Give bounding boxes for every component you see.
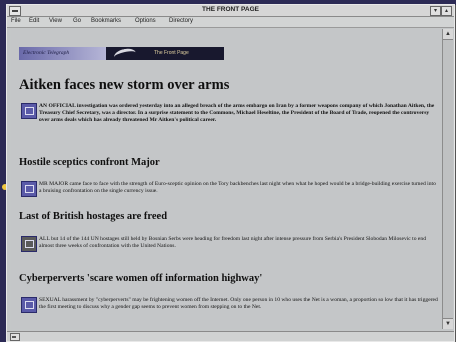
page-content: Electronic Telegraph The Front Page Aitk…	[11, 29, 441, 329]
minimize-button[interactable]: ▾	[430, 6, 441, 16]
headline-4[interactable]: Cyberperverts 'scare women off informati…	[19, 273, 434, 284]
window-title: THE FRONT PAGE	[202, 6, 259, 13]
scroll-down-button[interactable]: ▼	[443, 318, 453, 329]
telegraph-logo[interactable]: Electronic Telegraph	[19, 47, 109, 60]
menu-bar: File Edit View Go Bookmarks Options Dire…	[7, 17, 454, 28]
menu-options[interactable]: Options	[135, 18, 156, 24]
story-summary-4: SEXUAL harassment by "cyberperverts" may…	[39, 297, 438, 311]
story-link-icon[interactable]	[21, 236, 37, 252]
front-page-banner[interactable]: The Front Page	[106, 46, 224, 64]
title-bar: THE FRONT PAGE ▾ ▴	[7, 5, 454, 17]
menu-bookmarks[interactable]: Bookmarks	[91, 18, 121, 24]
menu-view[interactable]: View	[49, 18, 62, 24]
swoosh-icon	[112, 46, 138, 64]
story-summary-2: MR MAJOR came face to face with the stre…	[39, 181, 436, 195]
story-link-icon[interactable]	[21, 103, 37, 119]
menu-edit[interactable]: Edit	[29, 18, 39, 24]
story-summary-1: AN OFFICIAL investigation was ordered ye…	[39, 103, 435, 124]
menu-go[interactable]: Go	[73, 18, 81, 24]
maximize-button[interactable]: ▴	[441, 6, 452, 16]
menu-directory[interactable]: Directory	[169, 18, 193, 24]
headline-3[interactable]: Last of British hostages are freed	[19, 211, 434, 222]
section-label: The Front Page	[154, 50, 189, 56]
scroll-up-button[interactable]: ▲	[443, 29, 453, 40]
browser-window: THE FRONT PAGE ▾ ▴ File Edit View Go Boo…	[6, 4, 455, 342]
story-link-icon[interactable]	[21, 181, 37, 197]
headline-2[interactable]: Hostile sceptics confront Major	[19, 157, 434, 168]
story-summary-3: ALL but 14 of the 144 UN hostages still …	[39, 236, 427, 250]
story-link-icon[interactable]	[21, 297, 37, 313]
vertical-scrollbar[interactable]: ▲ ▼	[442, 29, 453, 329]
menu-file[interactable]: File	[11, 18, 21, 24]
headline-1[interactable]: Aitken faces new storm over arms	[19, 77, 434, 94]
